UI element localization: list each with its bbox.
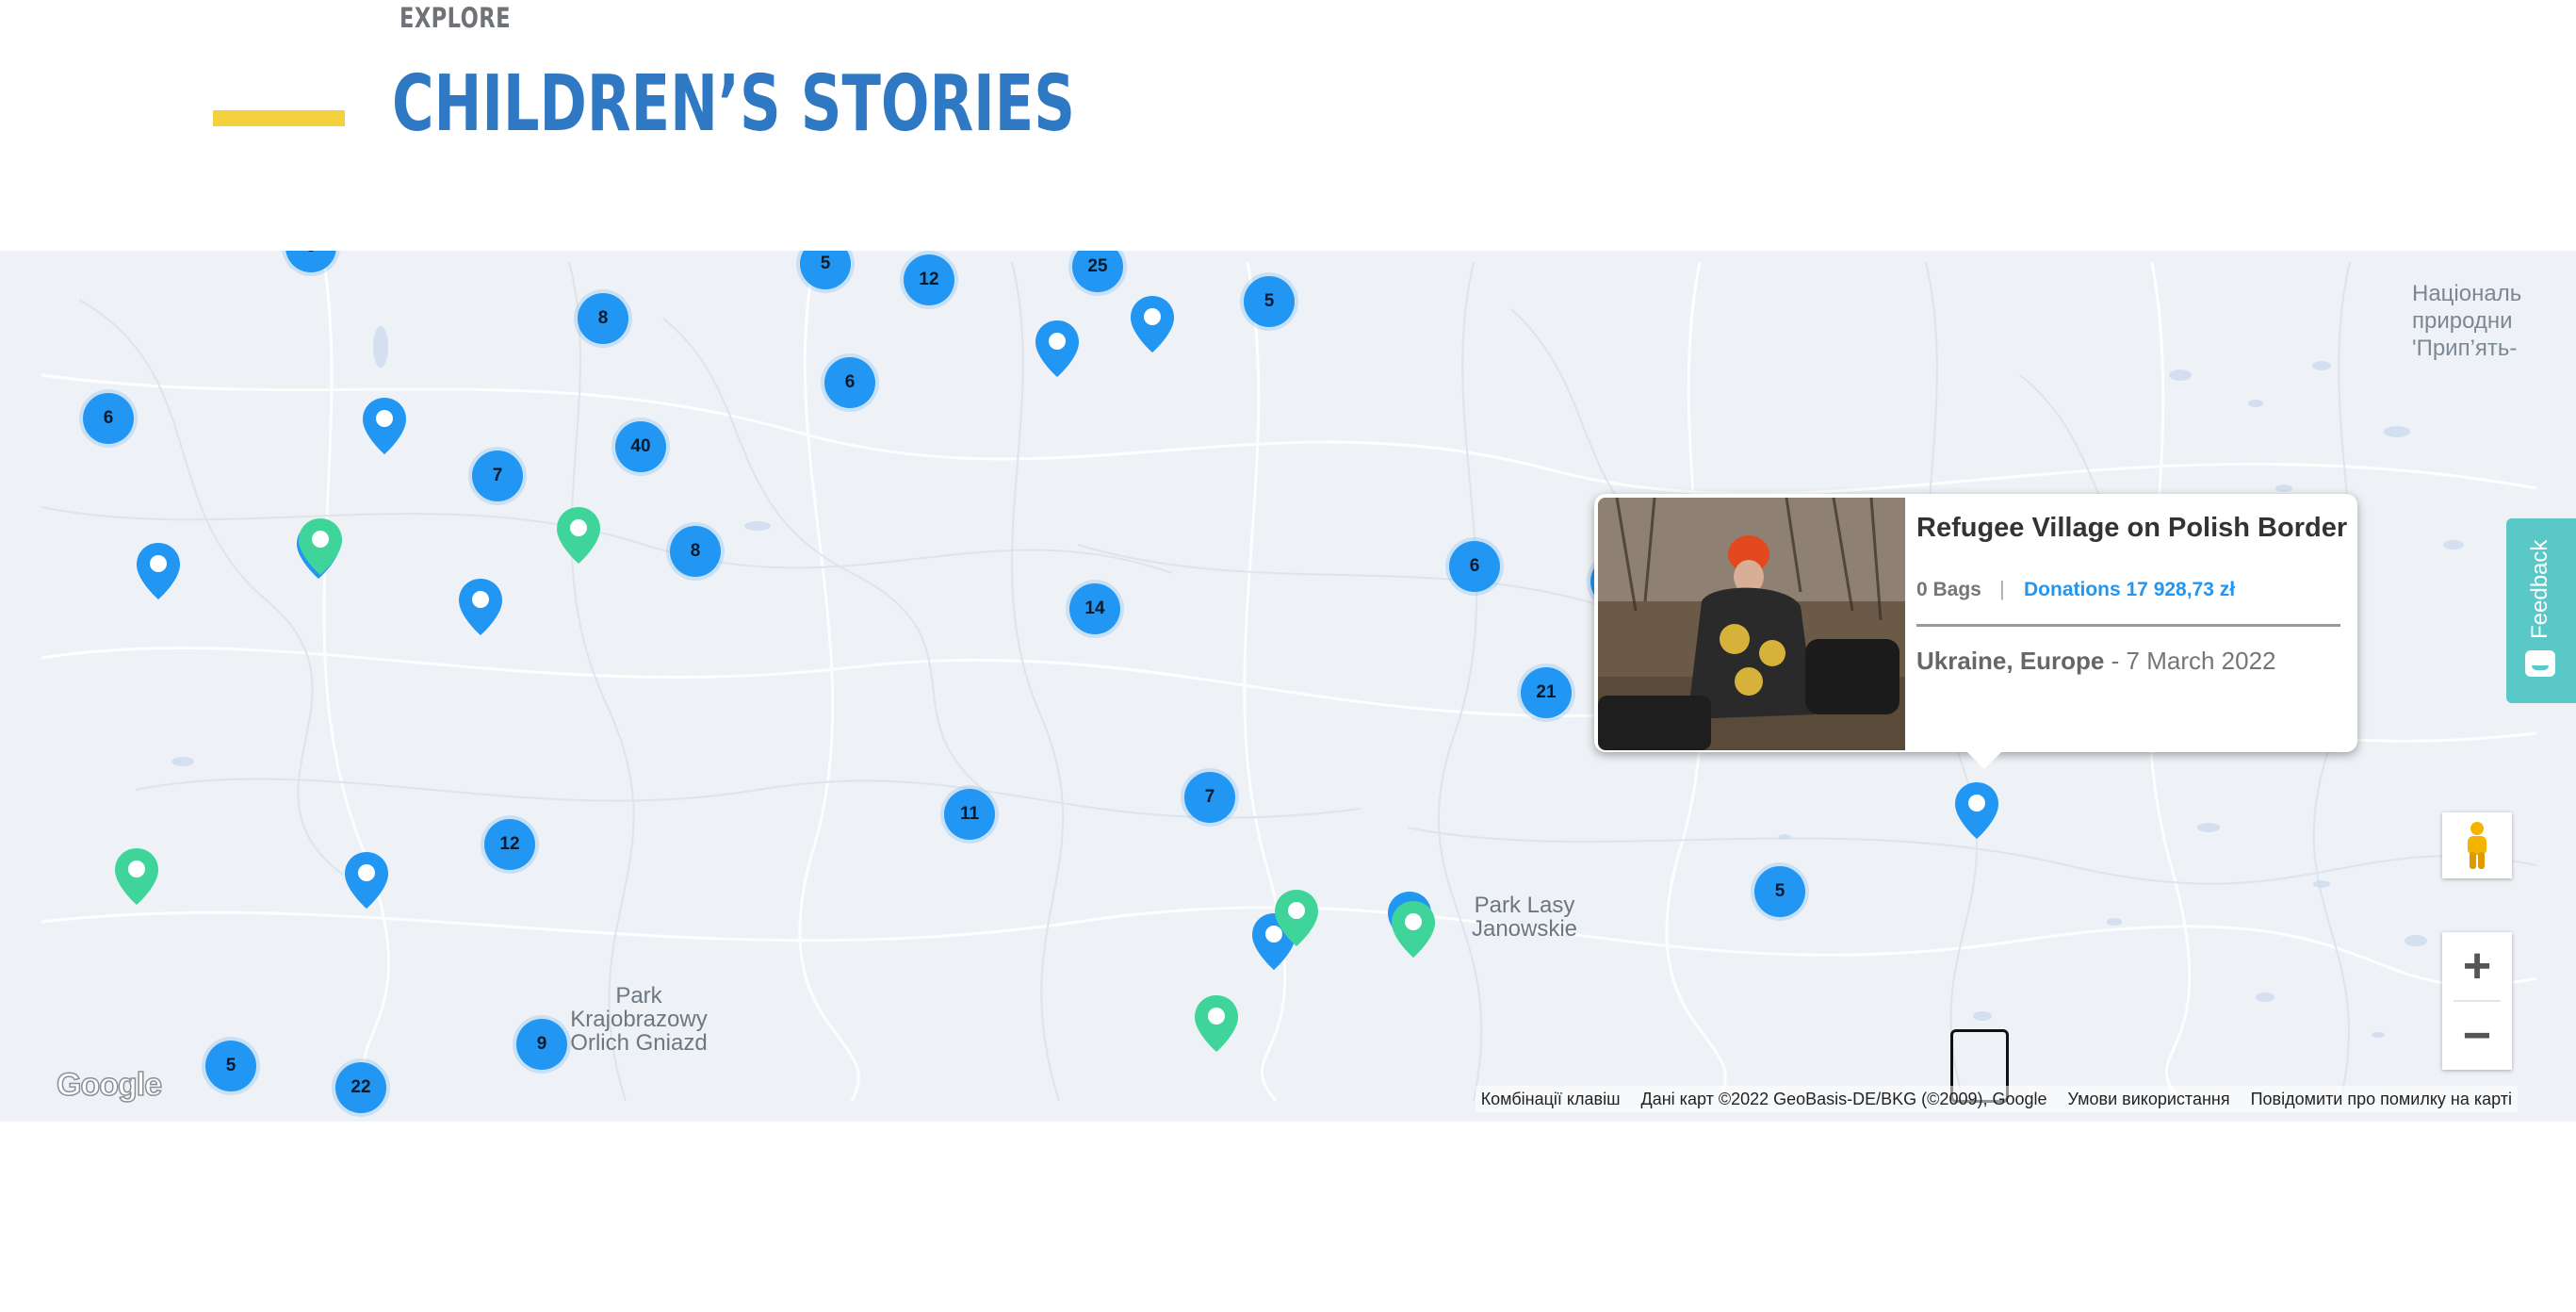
zoom-control: + − [2442,932,2512,1070]
accent-bar [213,110,345,126]
map-cluster[interactable]: 6 [824,357,875,408]
selected-pin-icon[interactable] [1952,780,2001,841]
google-logo[interactable]: Google [56,1066,163,1104]
story-pin-icon[interactable] [342,850,391,910]
story-pin-icon[interactable] [1192,993,1241,1054]
keyboard-shortcuts-link[interactable]: Комбінації клавіш [1481,1090,1621,1109]
story-pin-icon[interactable] [112,846,161,907]
story-popup[interactable]: Refugee Village on Polish Border 0 Bags … [1594,494,2357,769]
map-cluster[interactable]: 6 [1449,541,1500,592]
story-pin-icon[interactable] [1128,294,1177,354]
map-cluster[interactable]: 40 [615,421,666,472]
story-pin-icon[interactable] [1389,899,1438,959]
map-cluster[interactable]: 14 [1069,583,1120,634]
pegman-icon [2468,822,2486,869]
map-cluster[interactable]: 7 [1184,772,1235,823]
feedback-face-icon [2525,650,2555,677]
map-cluster[interactable]: 12 [484,819,535,870]
map-cluster[interactable]: 21 [1521,667,1572,718]
story-pin-icon[interactable] [134,541,183,601]
story-pin-icon[interactable] [1272,888,1321,948]
map-place-label: Park Lasy Janowskie [1471,893,1578,943]
story-pin-icon[interactable] [1033,319,1082,379]
map-cluster[interactable]: 5 [1754,866,1805,917]
map-data-credit: Дані карт ©2022 GeoBasis-DE/BKG (©2009),… [1640,1089,2047,1108]
report-error-link[interactable]: Повідомити про помилку на карті [2251,1090,2512,1109]
map-cluster[interactable]: 5 [1244,276,1295,327]
date-separator: - [2104,647,2127,675]
story-pin-icon[interactable] [554,505,603,566]
story-pin-icon[interactable] [296,517,345,577]
page-title: CHILDREN’S STORIES [392,59,1075,149]
map-cluster[interactable]: 6 [83,393,134,444]
terms-link[interactable]: Умови використання [2068,1090,2230,1109]
feedback-label: Feedback [2527,539,2552,639]
stat-separator: | [1999,577,2005,600]
map-place-label: Park Krajobrazowy Orlich Gniazd [570,983,708,1057]
map-cluster[interactable]: 5 [205,1041,256,1091]
map-cluster[interactable]: 11 [944,789,995,840]
story-bags-count: 0 Bags [1916,579,1981,600]
story-pin-icon[interactable] [456,577,505,637]
story-photo[interactable] [1598,498,1905,750]
page-header: EXPLORE CHILDREN’S STORIES [0,0,2576,251]
popup-divider [1916,624,2340,627]
story-title[interactable]: Refugee Village on Polish Border [1916,513,2347,544]
map-cluster[interactable]: 22 [335,1062,386,1113]
feedback-tab[interactable]: Feedback [2506,518,2576,703]
story-date: 7 March 2022 [2126,647,2276,675]
map-cluster[interactable]: 12 [904,254,954,305]
story-pin-icon[interactable] [360,396,409,456]
map-cluster[interactable]: 8 [670,526,721,577]
zoom-out-button[interactable]: − [2442,1002,2512,1070]
map-cluster[interactable]: 7 [472,451,523,501]
story-donations: Donations 17 928,73 zł [2024,579,2236,600]
popup-pointer [1964,748,2005,769]
street-view-pegman-button[interactable] [2442,812,2512,878]
story-location-name: Ukraine, Europe [1916,647,2105,675]
map-attribution: Комбінації клавіш Дані карт ©2022 GeoBas… [1475,1086,2518,1112]
zoom-in-button[interactable]: + [2442,932,2512,1000]
stories-map[interactable]: 5 5 12 25 5 8 6 6 40 7 8 14 6 21 11 7 12… [0,251,2576,1122]
map-cluster[interactable]: 8 [578,293,628,344]
story-location: Ukraine, Europe - 7 March 2022 [1916,647,2276,676]
section-eyebrow: EXPLORE [399,2,511,34]
map-place-label: Національ природни 'Прип’ять- [2412,281,2522,361]
